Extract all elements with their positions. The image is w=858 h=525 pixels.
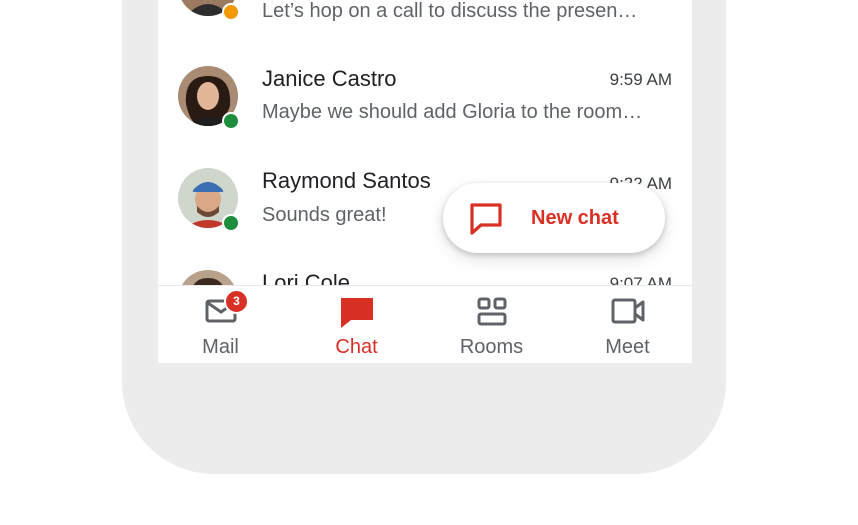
status-online-icon xyxy=(222,112,240,130)
unread-badge: 3 xyxy=(224,289,249,314)
nav-item-meet[interactable]: Meet xyxy=(561,286,692,363)
chat-list-item[interactable]: Let’s hop on a call to discuss the prese… xyxy=(158,0,692,38)
status-online-icon xyxy=(222,214,240,232)
nav-label: Rooms xyxy=(459,336,524,358)
chat-preview: Let’s hop on a call to discuss the prese… xyxy=(262,0,638,22)
nav-label: Mail xyxy=(202,336,239,358)
chat-preview: Maybe we should add Gloria to the room… xyxy=(262,101,643,123)
contact-name: Janice Castro xyxy=(262,66,397,91)
rooms-icon xyxy=(475,296,509,333)
status-away-icon xyxy=(222,3,240,21)
contact-name: Raymond Santos xyxy=(262,168,431,193)
chat-list-item[interactable]: Janice Castro 9:59 AM Maybe we should ad… xyxy=(158,56,692,146)
new-chat-button[interactable]: New chat xyxy=(443,183,665,253)
nav-item-mail[interactable]: 3 Mail xyxy=(158,286,287,363)
video-camera-icon xyxy=(610,296,646,331)
nav-label: Chat xyxy=(335,336,378,358)
nav-label: Meet xyxy=(605,336,650,358)
chat-screen: Let’s hop on a call to discuss the prese… xyxy=(158,0,692,363)
chat-time: 9:59 AM xyxy=(609,70,672,89)
new-chat-label: New chat xyxy=(531,207,619,229)
chat-bubble-outline-icon xyxy=(469,202,503,241)
nav-item-rooms[interactable]: Rooms xyxy=(425,286,558,363)
chat-icon xyxy=(339,296,375,335)
bottom-navigation: 3 Mail Chat Rooms Meet xyxy=(158,285,692,363)
nav-item-chat[interactable]: Chat xyxy=(290,286,423,363)
